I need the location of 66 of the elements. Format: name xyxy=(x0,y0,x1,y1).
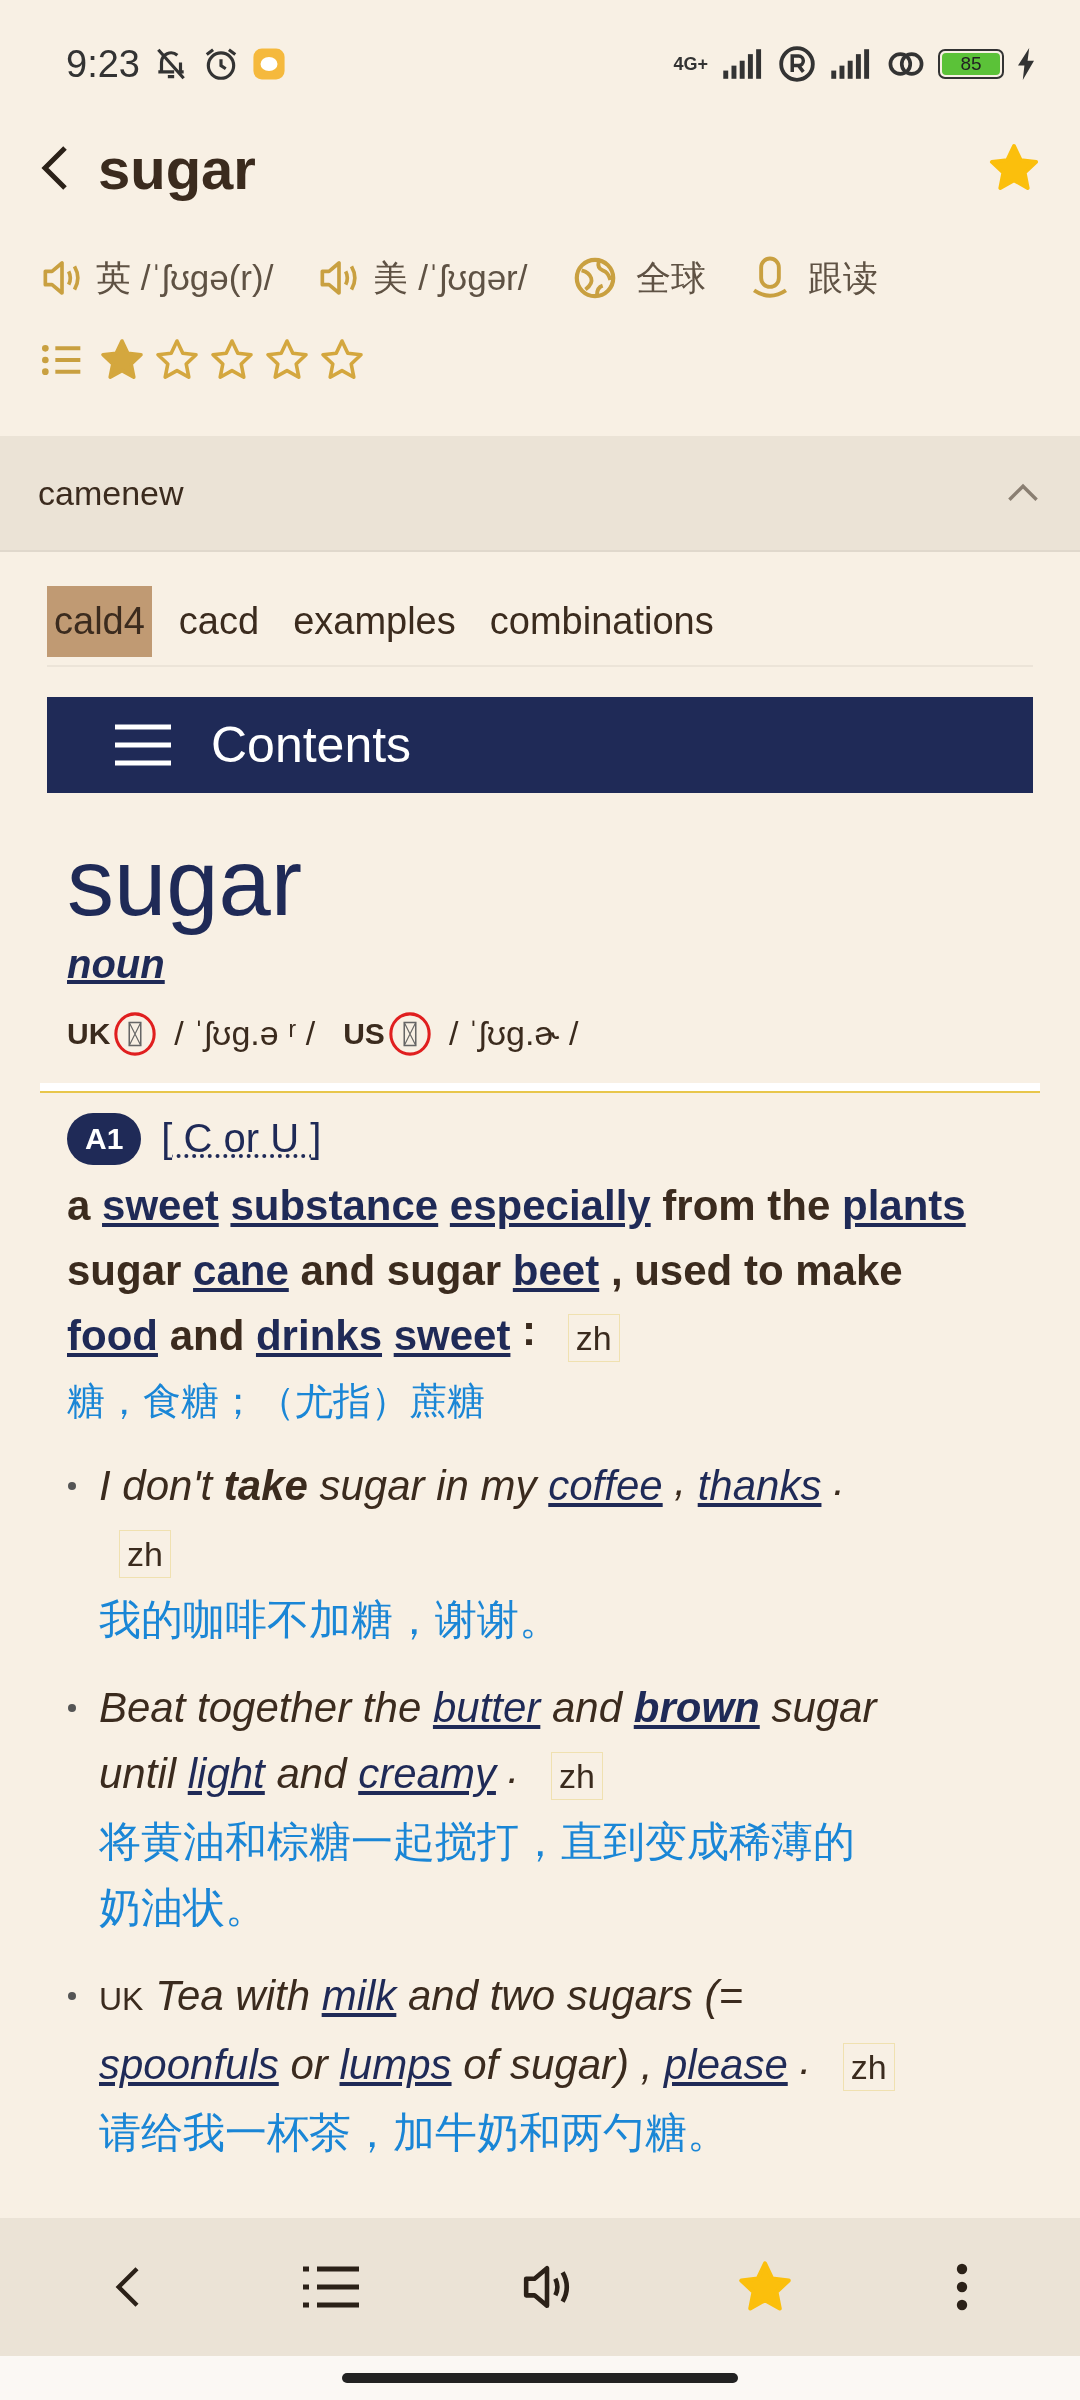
read-along-button[interactable]: 跟读 xyxy=(749,254,878,302)
word-link[interactable]: coffee xyxy=(548,1461,663,1509)
grammar-link[interactable]: [ C or U ] xyxy=(161,1116,322,1162)
translate-toggle[interactable]: zh xyxy=(842,2042,895,2091)
part-of-speech-link[interactable]: noun xyxy=(67,941,1013,987)
translate-toggle[interactable]: zh xyxy=(119,1529,171,1578)
pronunciation-button[interactable]: 美 /ˈʃʊɡər/ xyxy=(317,254,528,302)
network-type: 4G+ xyxy=(673,55,708,73)
translate-toggle[interactable]: zh xyxy=(567,1313,620,1362)
dictionary-tab[interactable]: cacd xyxy=(171,586,267,657)
word-link[interactable]: lumps xyxy=(339,2040,452,2088)
global-button[interactable]: 全球 xyxy=(571,254,706,302)
word-link[interactable]: milk xyxy=(321,1971,397,2019)
menu-icon xyxy=(115,723,171,767)
word-link[interactable]: creamy xyxy=(358,1749,496,1797)
status-time: 9:23 xyxy=(66,42,140,86)
word-link[interactable]: beet xyxy=(512,1246,600,1294)
translation-text: 将黄油和棕糖一起搅打，直到变成稀薄的奶油状。 xyxy=(99,1816,856,1933)
word-link[interactable]: food xyxy=(67,1311,158,1359)
word-link[interactable]: sweet xyxy=(102,1181,219,1229)
missing-glyph-icon[interactable] xyxy=(386,1010,433,1057)
battery-icon: 85 xyxy=(938,49,1004,79)
word-link[interactable]: especially xyxy=(449,1181,651,1229)
word-link[interactable]: thanks xyxy=(697,1461,822,1509)
word-link[interactable]: please xyxy=(664,2040,788,2088)
example-sentence: Beat together the butter and brown sugar until light and creamy . zh xyxy=(99,1674,919,1809)
contents-bar[interactable]: Contents xyxy=(47,697,1033,793)
dictionary-tab[interactable]: combinations xyxy=(482,586,721,657)
translation-text: 糖，食糖；（尤指）蔗糖 xyxy=(67,1378,486,1424)
headword: sugar xyxy=(67,829,304,937)
translate-toggle[interactable]: zh xyxy=(550,1751,603,1800)
word-link[interactable]: sweet xyxy=(393,1311,511,1359)
bullet-icon xyxy=(67,1990,77,2001)
translation-text: 请给我一杯茶，加牛奶和两勺糖。 xyxy=(99,2107,730,2158)
level-badge: A1 xyxy=(67,1112,142,1165)
dictionary-tab[interactable]: examples xyxy=(286,586,463,657)
missing-glyph-icon[interactable] xyxy=(112,1010,159,1057)
chevron-icon xyxy=(1006,482,1040,504)
ipa-text: / ˈʃʊɡ.ɚ / xyxy=(448,1014,579,1054)
bullet-icon xyxy=(67,1702,77,1713)
word-link[interactable]: plants xyxy=(842,1181,966,1229)
page-title: sugar xyxy=(98,134,257,202)
bullet-icon xyxy=(67,1480,77,1491)
example-sentence: UK Tea with milk and two sugars (= spoonfuls or lumps of sugar) , please . zh xyxy=(99,1962,919,2100)
definition-text: a sweet substance especially from the plants sugar cane and sugar beet , used to make food and drinks sweet : zh xyxy=(67,1172,1000,1371)
word-link[interactable]: brown xyxy=(633,1683,760,1731)
word-link[interactable]: drinks xyxy=(255,1311,382,1359)
word-link[interactable]: substance xyxy=(230,1181,439,1229)
region-label: UK xyxy=(67,1016,111,1051)
registered-icon xyxy=(778,45,816,83)
example-sentence: I don't take sugar in my coffee , thanks . zh xyxy=(99,1452,919,1587)
word-link[interactable]: spoonfuls xyxy=(99,2040,279,2088)
contents-label: Contents xyxy=(211,716,412,774)
dictionary-tab[interactable]: cald4 xyxy=(47,586,152,657)
dictionary-section-header[interactable]: camenew xyxy=(0,436,1080,552)
word-link[interactable]: cane xyxy=(193,1246,289,1294)
word-link[interactable]: butter xyxy=(432,1683,541,1731)
list-icon[interactable] xyxy=(303,2264,360,2310)
section-title: camenew xyxy=(38,473,184,513)
pronunciation-button[interactable]: 英 /ˈʃʊɡə(r)/ xyxy=(40,254,274,302)
message-icon xyxy=(251,47,286,81)
word-link[interactable]: light xyxy=(187,1749,265,1797)
ipa-text: / ˈʃʊɡ.ə ʳ / xyxy=(174,1014,316,1054)
charging-icon xyxy=(1016,48,1036,80)
translation-text: 我的咖啡不加糖，谢谢。 xyxy=(99,1594,562,1645)
region-label: US xyxy=(343,1016,385,1051)
